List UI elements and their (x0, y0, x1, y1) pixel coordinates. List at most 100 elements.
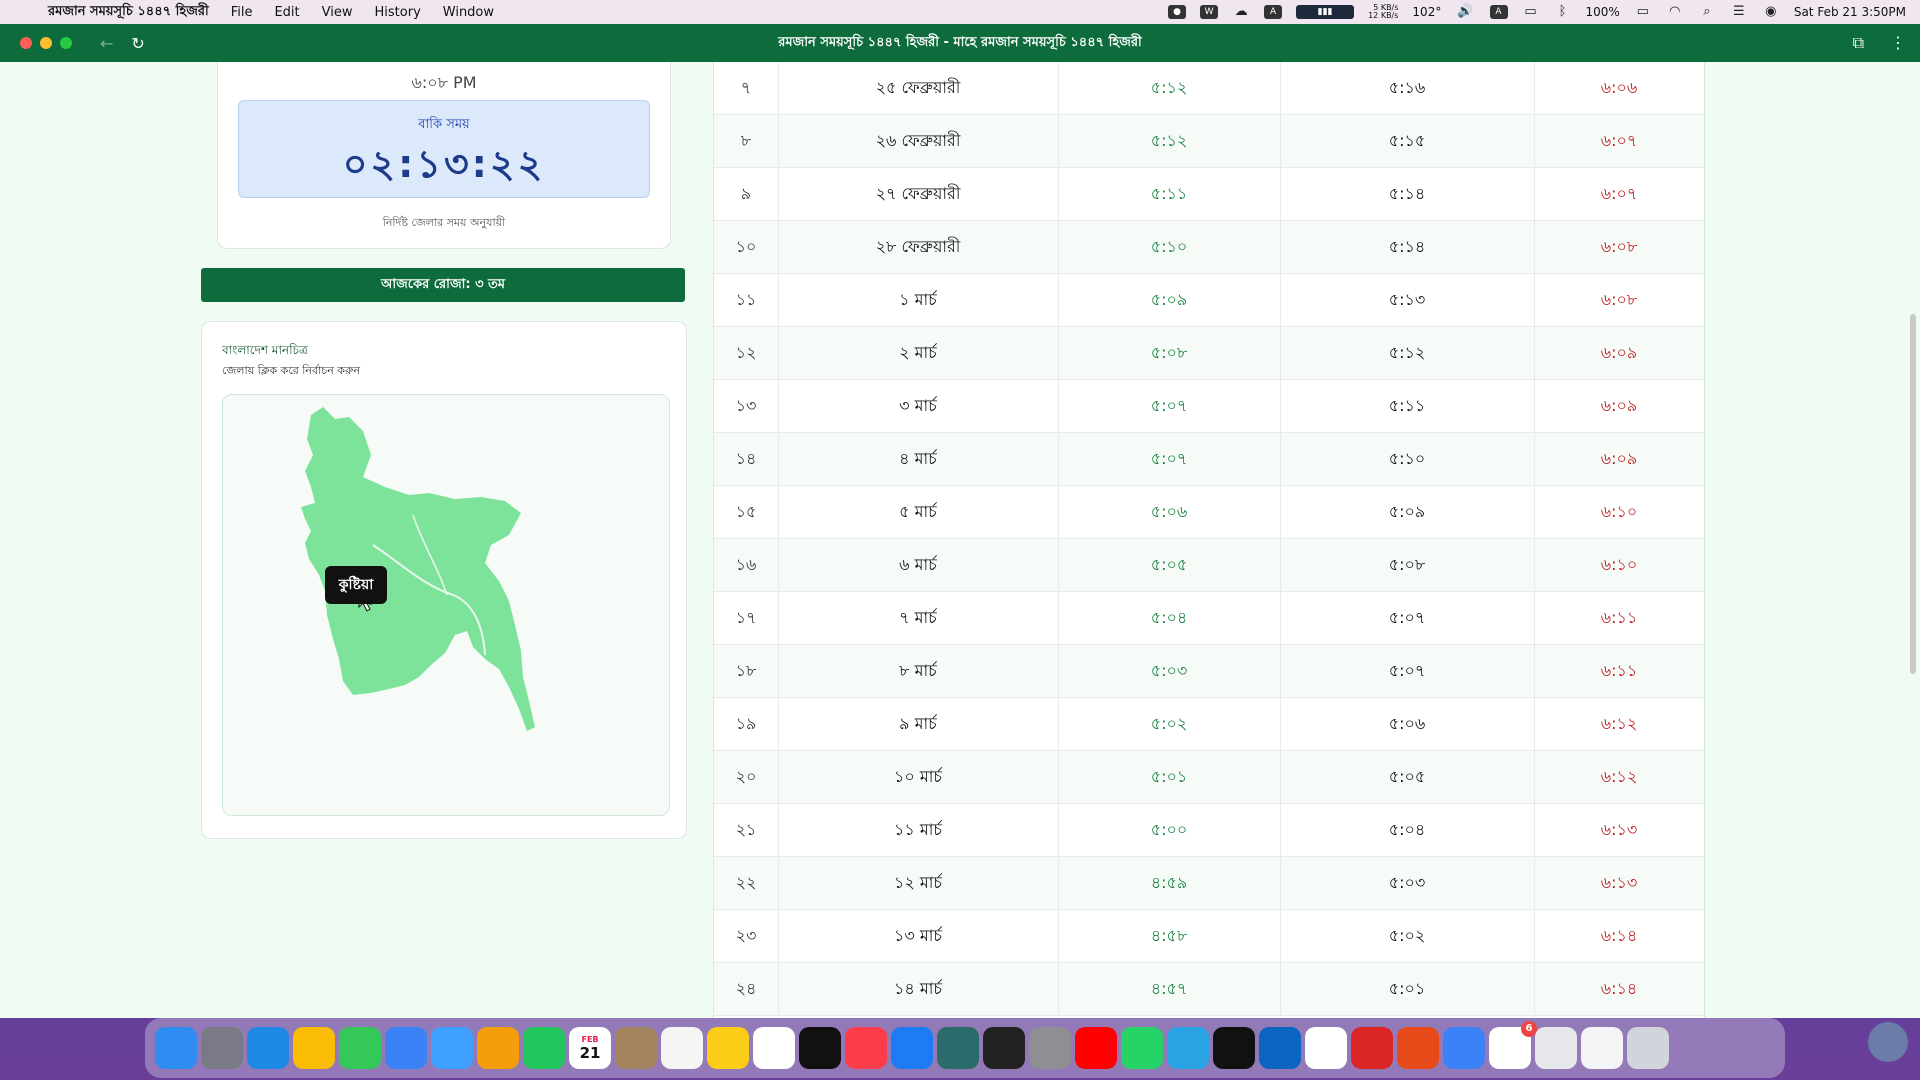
wps-icon[interactable] (1397, 1027, 1439, 1069)
menu-app-name[interactable]: রমজান সময়সূচি ১৪৪৭ হিজরী (48, 2, 209, 23)
more-menu-icon[interactable]: ⋮ (1890, 33, 1906, 53)
table-row: ২৪ ১৪ মার্চ ৪:৫৭ ৫:০১ ৬:১৪ (714, 963, 1704, 1016)
app-icon[interactable] (1213, 1027, 1255, 1069)
launchpad-icon[interactable] (201, 1027, 243, 1069)
safari-icon[interactable] (247, 1027, 289, 1069)
menu-history[interactable]: History (375, 5, 421, 20)
music-icon[interactable] (845, 1027, 887, 1069)
trash-icon[interactable] (1627, 1027, 1669, 1069)
row-fajr-time: ৫:০৫ (1280, 751, 1535, 803)
app-icon[interactable] (1351, 1027, 1393, 1069)
row-sehri-time: ৫:০৭ (1058, 380, 1281, 432)
battery-icon[interactable]: ▭ (1634, 5, 1652, 19)
close-window-button[interactable] (20, 37, 32, 49)
notes-icon[interactable] (707, 1027, 749, 1069)
calendar-month: FEB (581, 1034, 599, 1044)
temperature-readout[interactable]: 102° (1412, 5, 1441, 19)
app-icon[interactable] (1305, 1027, 1347, 1069)
row-number: ১৮ (714, 645, 779, 697)
freeform-icon[interactable] (753, 1027, 795, 1069)
extensions-icon[interactable]: ⧉ (1853, 33, 1864, 53)
apple-menu-icon[interactable] (14, 4, 30, 20)
table-row: ১৬ ৬ মার্চ ৫:০৫ ৫:০৮ ৬:১০ (714, 539, 1704, 592)
input-source-icon[interactable]: A (1489, 5, 1508, 19)
preview-icon[interactable] (1443, 1027, 1485, 1069)
row-date: ২ মার্চ (778, 327, 1059, 379)
map-card: বাংলাদেশ মানচিত্র জেলায় ক্লিক করে নির্ব… (201, 321, 687, 839)
control-center-icon[interactable]: ☰ (1730, 5, 1748, 19)
cpu-graph-icon[interactable]: ▮▮▮ (1296, 5, 1355, 19)
spotlight-icon[interactable]: ⌕ (1698, 5, 1716, 19)
row-iftar-time: ৬:০৭ (1600, 184, 1638, 203)
wifi-icon[interactable]: ◠ (1666, 5, 1684, 19)
cloud-icon[interactable]: ☁ (1232, 5, 1250, 19)
menu-window[interactable]: Window (443, 5, 494, 20)
row-iftar-time: ৬:০৯ (1600, 396, 1638, 415)
settings-icon[interactable] (1029, 1027, 1071, 1069)
row-sehri-time: ৫:১০ (1058, 221, 1281, 273)
siri-icon[interactable]: ◉ (1762, 5, 1780, 19)
menu-datetime[interactable]: Sat Feb 21 3:50PM (1794, 5, 1906, 19)
row-sehri-time: ৪:৫৮ (1058, 910, 1281, 962)
reload-icon[interactable]: ↻ (131, 34, 144, 53)
row-iftar-time: ৬:১২ (1600, 714, 1638, 733)
row-fajr-time: ৫:১১ (1280, 380, 1535, 432)
file-icon[interactable] (1535, 1027, 1577, 1069)
chrome-icon[interactable] (293, 1027, 335, 1069)
network-speed: 5 KB/s 12 KB/s (1368, 4, 1398, 20)
wps-tray-icon[interactable]: W (1200, 5, 1219, 19)
vscode-icon[interactable] (1259, 1027, 1301, 1069)
row-date: ৭ মার্চ (778, 592, 1059, 644)
tv-icon[interactable] (799, 1027, 841, 1069)
bangladesh-map[interactable] (223, 395, 669, 815)
store-icon[interactable]: 6 (1489, 1021, 1537, 1069)
photos-icon[interactable] (477, 1027, 519, 1069)
messages-icon[interactable] (339, 1027, 381, 1069)
row-sehri-time: ৫:০২ (1058, 698, 1281, 750)
app-tray-icon[interactable]: A (1264, 5, 1283, 19)
reminders-icon[interactable] (661, 1027, 703, 1069)
volume-icon[interactable]: 🔊 (1455, 5, 1475, 19)
calendar-icon[interactable]: FEB 21 (569, 1027, 611, 1069)
quran-icon[interactable] (937, 1027, 979, 1069)
row-date: ১১ মার্চ (778, 804, 1059, 856)
row-number: ১৪ (714, 433, 779, 485)
menu-edit[interactable]: Edit (274, 5, 299, 20)
bluetooth-icon[interactable]: ᛒ (1554, 5, 1572, 19)
menu-view[interactable]: View (322, 5, 353, 20)
facetime-icon[interactable] (523, 1027, 565, 1069)
row-fajr-time: ৫:১২ (1280, 327, 1535, 379)
mail-icon[interactable] (385, 1027, 427, 1069)
terminal-icon[interactable] (983, 1027, 1025, 1069)
table-row: ১৪ ৪ মার্চ ৫:০৭ ৫:১০ ৬:০৯ (714, 433, 1704, 486)
row-iftar-time: ৬:১০ (1600, 555, 1638, 574)
row-number: ২১ (714, 804, 779, 856)
row-number: ১৩ (714, 380, 779, 432)
display-icon[interactable]: ▭ (1522, 5, 1540, 19)
telegram-icon[interactable] (1167, 1027, 1209, 1069)
zoom-window-button[interactable] (60, 37, 72, 49)
user-avatar[interactable] (1868, 1022, 1908, 1062)
finder-icon[interactable] (155, 1027, 197, 1069)
row-fajr-time: ৫:০৭ (1280, 645, 1535, 697)
row-date: ৩ মার্চ (778, 380, 1059, 432)
whatsapp-icon[interactable] (1121, 1027, 1163, 1069)
battery-percent[interactable]: 100% (1586, 5, 1620, 19)
contacts-icon[interactable] (615, 1027, 657, 1069)
minimize-window-button[interactable] (40, 37, 52, 49)
table-row: ৭ ২৫ ফেব্রুয়ারী ৫:১২ ৫:১৬ ৬:০৬ (714, 62, 1704, 115)
row-number: ১১ (714, 274, 779, 326)
table-row: ১৭ ৭ মার্চ ৫:০৪ ৫:০৭ ৬:১১ (714, 592, 1704, 645)
appstore-icon[interactable] (891, 1027, 933, 1069)
menu-file[interactable]: File (231, 5, 253, 20)
maps-icon[interactable] (431, 1027, 473, 1069)
today-roza-banner: আজকের রোজা: ৩ তম (201, 268, 685, 302)
youtube-icon[interactable] (1075, 1027, 1117, 1069)
window-title: রমজান সময়সূচি ১৪৪৭ হিজরী - মাহে রমজান স… (778, 34, 1142, 50)
record-icon[interactable]: ● (1168, 5, 1187, 19)
net-down: 12 KB/s (1368, 11, 1399, 20)
row-fajr-time: ৫:০২ (1280, 910, 1535, 962)
vertical-scrollbar[interactable] (1910, 314, 1916, 674)
back-arrow-icon[interactable]: ← (100, 34, 113, 53)
file-icon[interactable] (1581, 1027, 1623, 1069)
